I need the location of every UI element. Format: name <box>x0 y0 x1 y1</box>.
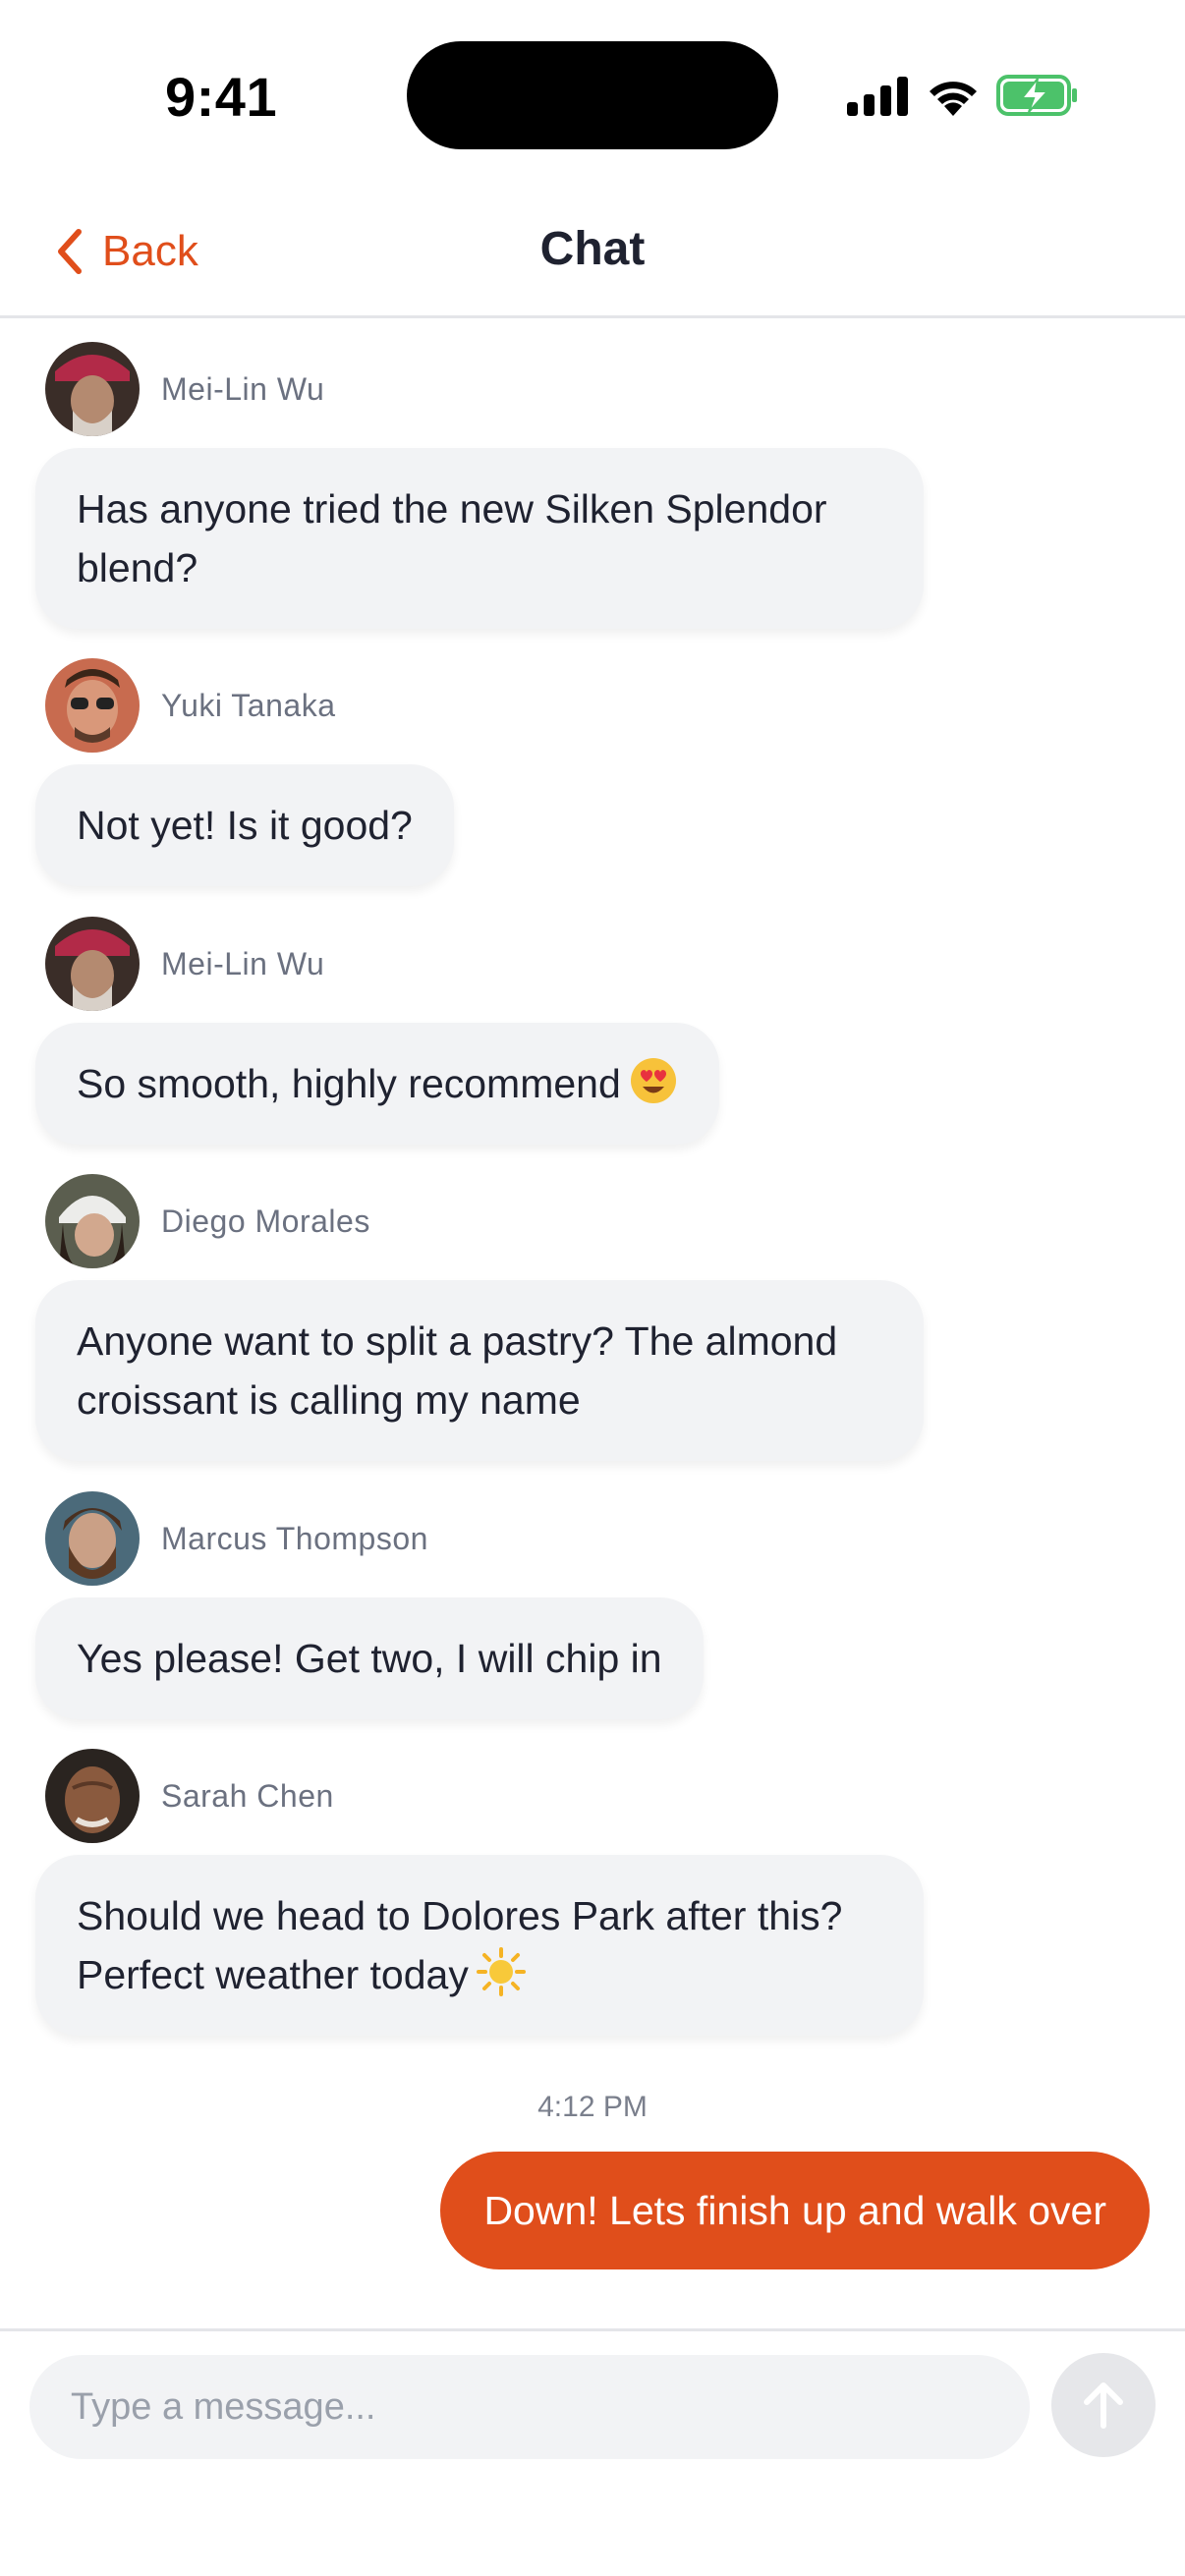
dynamic-island <box>407 41 778 149</box>
avatar-image <box>45 1491 140 1586</box>
outgoing-message-bubble[interactable]: Down! Lets finish up and walk over <box>440 2152 1150 2269</box>
message-group: Marcus Thompson Yes please! Get two, I w… <box>35 1491 704 1719</box>
sender-name: Diego Morales <box>161 1203 370 1239</box>
message-group: Sarah Chen Should we head to Dolores Par… <box>35 1749 924 2036</box>
message-text: Should we head to Dolores Park after thi… <box>77 1893 843 1997</box>
avatar[interactable] <box>45 917 140 1011</box>
message-bubble[interactable]: Not yet! Is it good? <box>35 764 454 886</box>
heart-eyes-emoji-icon <box>630 1058 676 1103</box>
avatar[interactable] <box>45 342 140 436</box>
page-title: Chat <box>539 223 646 275</box>
avatar-image <box>45 1174 140 1268</box>
avatar[interactable] <box>45 1749 140 1843</box>
message-composer <box>0 2328 1185 2576</box>
message-bubble[interactable]: Anyone want to split a pastry? The almon… <box>35 1280 924 1461</box>
status-bar: 9:41 <box>0 0 1185 187</box>
avatar-image <box>45 658 140 753</box>
avatar[interactable] <box>45 1491 140 1586</box>
message-input[interactable] <box>29 2355 1030 2459</box>
arrow-up-icon <box>1084 2382 1123 2429</box>
message-text: So smooth, highly recommend <box>77 1061 621 1106</box>
message-group: Mei-Lin Wu So smooth, highly recommend <box>35 917 719 1145</box>
avatar-image <box>45 342 140 436</box>
navigation-header: Back Chat <box>0 187 1185 318</box>
message-bubble[interactable]: Should we head to Dolores Park after thi… <box>35 1855 924 2036</box>
message-bubble[interactable]: Has anyone tried the new Silken Splendor… <box>35 448 924 629</box>
send-button[interactable] <box>1051 2353 1156 2457</box>
sender-name: Mei-Lin Wu <box>161 945 325 981</box>
message-bubble[interactable]: Yes please! Get two, I will chip in <box>35 1597 704 1719</box>
avatar-image <box>45 917 140 1011</box>
avatar[interactable] <box>45 658 140 753</box>
sender-name: Mei-Lin Wu <box>161 370 325 407</box>
cellular-signal-icon <box>847 77 908 116</box>
sun-emoji-icon <box>476 1947 526 1996</box>
message-timestamp: 4:12 PM <box>537 2091 648 2123</box>
chat-screen: 9:41 Back Chat Mei-Lin Wu Has anyone tri… <box>0 0 1185 2576</box>
sender-name: Marcus Thompson <box>161 1520 428 1556</box>
wifi-icon <box>930 82 977 116</box>
message-group: Mei-Lin Wu Has anyone tried the new Silk… <box>35 342 924 629</box>
sender-name: Sarah Chen <box>161 1777 334 1814</box>
avatar-image <box>45 1749 140 1843</box>
status-time: 9:41 <box>165 66 278 128</box>
message-group: Yuki Tanaka Not yet! Is it good? <box>35 658 454 886</box>
avatar[interactable] <box>45 1174 140 1268</box>
battery-charging-icon <box>996 75 1077 116</box>
sender-name: Yuki Tanaka <box>161 687 336 723</box>
message-bubble[interactable]: So smooth, highly recommend <box>35 1023 719 1145</box>
message-group: Diego Morales Anyone want to split a pas… <box>35 1174 924 1461</box>
